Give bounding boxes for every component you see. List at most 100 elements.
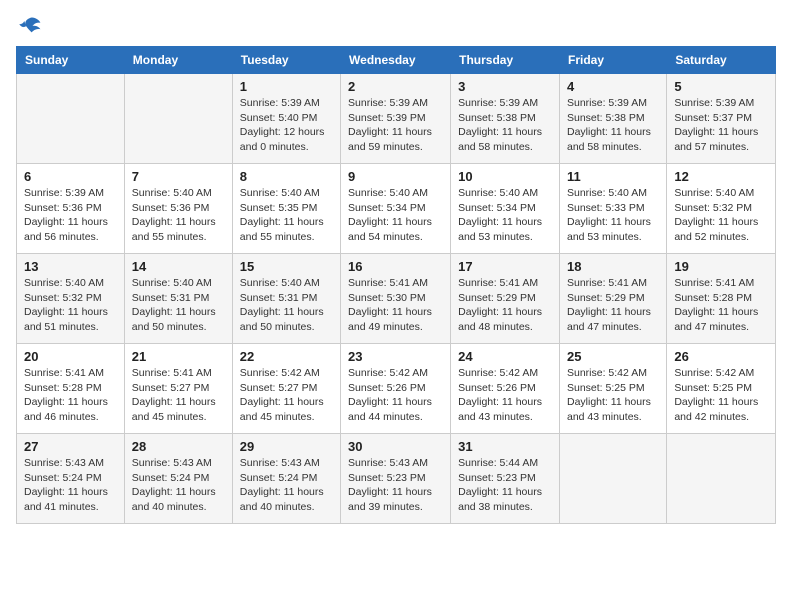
day-number: 13 [24, 259, 117, 274]
day-number: 11 [567, 169, 659, 184]
day-info: Sunrise: 5:40 AM Sunset: 5:31 PM Dayligh… [132, 276, 225, 335]
column-header-tuesday: Tuesday [232, 47, 340, 74]
day-info: Sunrise: 5:43 AM Sunset: 5:23 PM Dayligh… [348, 456, 443, 515]
day-info: Sunrise: 5:40 AM Sunset: 5:34 PM Dayligh… [458, 186, 552, 245]
day-info: Sunrise: 5:41 AM Sunset: 5:29 PM Dayligh… [567, 276, 659, 335]
day-number: 24 [458, 349, 552, 364]
day-number: 29 [240, 439, 333, 454]
day-number: 3 [458, 79, 552, 94]
day-number: 17 [458, 259, 552, 274]
calendar-cell: 20Sunrise: 5:41 AM Sunset: 5:28 PM Dayli… [17, 344, 125, 434]
calendar-cell: 15 Sunrise: 5:40 AM Sunset: 5:31 PM Dayli… [232, 254, 340, 344]
calendar-cell: 13 Sunrise: 5:40 AM Sunset: 5:32 PM Dayli… [17, 254, 125, 344]
day-info: Sunrise: 5:40 AM Sunset: 5:33 PM Dayligh… [567, 186, 659, 245]
day-number: 18 [567, 259, 659, 274]
calendar-cell: 29 Sunrise: 5:43 AM Sunset: 5:24 PM Dayli… [232, 434, 340, 524]
day-number: 1 [240, 79, 333, 94]
day-info: Sunrise: 5:40 AM Sunset: 5:31 PM Dayligh… [240, 276, 333, 335]
day-number: 6 [24, 169, 117, 184]
day-info: Sunrise: 5:42 AM Sunset: 5:26 PM Dayligh… [348, 366, 443, 425]
day-info: Sunrise: 5:43 AM Sunset: 5:24 PM Dayligh… [240, 456, 333, 515]
column-header-friday: Friday [559, 47, 666, 74]
calendar-cell [124, 74, 232, 164]
day-info: Sunrise: 5:42 AM Sunset: 5:25 PM Dayligh… [567, 366, 659, 425]
day-info: Sunrise: 5:42 AM Sunset: 5:27 PM Dayligh… [240, 366, 333, 425]
week-row-1: 1 Sunrise: 5:39 AM Sunset: 5:40 PM Daylig… [17, 74, 776, 164]
day-number: 19 [674, 259, 768, 274]
day-number: 10 [458, 169, 552, 184]
calendar-cell: 4Sunrise: 5:39 AM Sunset: 5:38 PM Daylig… [559, 74, 666, 164]
calendar-cell [559, 434, 666, 524]
day-info: Sunrise: 5:44 AM Sunset: 5:23 PM Dayligh… [458, 456, 552, 515]
day-number: 28 [132, 439, 225, 454]
day-info: Sunrise: 5:40 AM Sunset: 5:32 PM Dayligh… [674, 186, 768, 245]
day-number: 12 [674, 169, 768, 184]
day-info: Sunrise: 5:40 AM Sunset: 5:32 PM Dayligh… [24, 276, 117, 335]
column-header-sunday: Sunday [17, 47, 125, 74]
day-info: Sunrise: 5:41 AM Sunset: 5:29 PM Dayligh… [458, 276, 552, 335]
calendar-cell: 27 Sunrise: 5:43 AM Sunset: 5:24 PM Dayli… [17, 434, 125, 524]
day-info: Sunrise: 5:39 AM Sunset: 5:37 PM Dayligh… [674, 96, 768, 155]
calendar-cell [667, 434, 776, 524]
day-info: Sunrise: 5:39 AM Sunset: 5:40 PM Dayligh… [240, 96, 333, 155]
calendar-table: SundayMondayTuesdayWednesdayThursdayFrid… [16, 46, 776, 524]
day-info: Sunrise: 5:39 AM Sunset: 5:38 PM Dayligh… [458, 96, 552, 155]
calendar-cell [17, 74, 125, 164]
week-row-3: 13 Sunrise: 5:40 AM Sunset: 5:32 PM Dayli… [17, 254, 776, 344]
calendar-cell: 23 Sunrise: 5:42 AM Sunset: 5:26 PM Dayli… [341, 344, 451, 434]
day-number: 16 [348, 259, 443, 274]
calendar-cell: 11 Sunrise: 5:40 AM Sunset: 5:33 PM Dayli… [559, 164, 666, 254]
day-number: 25 [567, 349, 659, 364]
logo-bird-icon [18, 16, 42, 36]
column-header-saturday: Saturday [667, 47, 776, 74]
calendar-cell: 26Sunrise: 5:42 AM Sunset: 5:25 PM Dayli… [667, 344, 776, 434]
column-header-monday: Monday [124, 47, 232, 74]
day-number: 4 [567, 79, 659, 94]
header-row: SundayMondayTuesdayWednesdayThursdayFrid… [17, 47, 776, 74]
calendar-cell: 25 Sunrise: 5:42 AM Sunset: 5:25 PM Dayli… [559, 344, 666, 434]
calendar-cell: 6 Sunrise: 5:39 AM Sunset: 5:36 PM Daylig… [17, 164, 125, 254]
calendar-cell: 2Sunrise: 5:39 AM Sunset: 5:39 PM Daylig… [341, 74, 451, 164]
day-number: 23 [348, 349, 443, 364]
calendar-cell: 17 Sunrise: 5:41 AM Sunset: 5:29 PM Dayli… [451, 254, 560, 344]
day-number: 22 [240, 349, 333, 364]
day-info: Sunrise: 5:42 AM Sunset: 5:26 PM Dayligh… [458, 366, 552, 425]
day-number: 20 [24, 349, 117, 364]
day-info: Sunrise: 5:39 AM Sunset: 5:36 PM Dayligh… [24, 186, 117, 245]
calendar-cell: 1 Sunrise: 5:39 AM Sunset: 5:40 PM Daylig… [232, 74, 340, 164]
day-number: 9 [348, 169, 443, 184]
day-number: 14 [132, 259, 225, 274]
day-number: 15 [240, 259, 333, 274]
day-number: 8 [240, 169, 333, 184]
day-number: 21 [132, 349, 225, 364]
calendar-cell: 28 Sunrise: 5:43 AM Sunset: 5:24 PM Dayli… [124, 434, 232, 524]
day-info: Sunrise: 5:43 AM Sunset: 5:24 PM Dayligh… [24, 456, 117, 515]
calendar-cell: 7Sunrise: 5:40 AM Sunset: 5:36 PM Daylig… [124, 164, 232, 254]
week-row-4: 20Sunrise: 5:41 AM Sunset: 5:28 PM Dayli… [17, 344, 776, 434]
day-info: Sunrise: 5:41 AM Sunset: 5:27 PM Dayligh… [132, 366, 225, 425]
day-number: 30 [348, 439, 443, 454]
day-info: Sunrise: 5:40 AM Sunset: 5:36 PM Dayligh… [132, 186, 225, 245]
calendar-cell: 9 Sunrise: 5:40 AM Sunset: 5:34 PM Daylig… [341, 164, 451, 254]
calendar-cell: 30 Sunrise: 5:43 AM Sunset: 5:23 PM Dayli… [341, 434, 451, 524]
day-info: Sunrise: 5:40 AM Sunset: 5:34 PM Dayligh… [348, 186, 443, 245]
day-number: 27 [24, 439, 117, 454]
day-info: Sunrise: 5:41 AM Sunset: 5:30 PM Dayligh… [348, 276, 443, 335]
calendar-cell: 16 Sunrise: 5:41 AM Sunset: 5:30 PM Dayli… [341, 254, 451, 344]
page-header [16, 16, 776, 36]
day-number: 5 [674, 79, 768, 94]
week-row-2: 6 Sunrise: 5:39 AM Sunset: 5:36 PM Daylig… [17, 164, 776, 254]
day-info: Sunrise: 5:41 AM Sunset: 5:28 PM Dayligh… [674, 276, 768, 335]
calendar-cell: 10 Sunrise: 5:40 AM Sunset: 5:34 PM Dayli… [451, 164, 560, 254]
calendar-cell: 21 Sunrise: 5:41 AM Sunset: 5:27 PM Dayli… [124, 344, 232, 434]
day-number: 26 [674, 349, 768, 364]
calendar-cell: 22 Sunrise: 5:42 AM Sunset: 5:27 PM Dayli… [232, 344, 340, 434]
calendar-cell: 19 Sunrise: 5:41 AM Sunset: 5:28 PM Dayli… [667, 254, 776, 344]
day-info: Sunrise: 5:39 AM Sunset: 5:39 PM Dayligh… [348, 96, 443, 155]
calendar-cell: 5 Sunrise: 5:39 AM Sunset: 5:37 PM Daylig… [667, 74, 776, 164]
day-info: Sunrise: 5:43 AM Sunset: 5:24 PM Dayligh… [132, 456, 225, 515]
day-number: 31 [458, 439, 552, 454]
calendar-cell: 8Sunrise: 5:40 AM Sunset: 5:35 PM Daylig… [232, 164, 340, 254]
calendar-cell: 18 Sunrise: 5:41 AM Sunset: 5:29 PM Dayli… [559, 254, 666, 344]
calendar-cell: 3 Sunrise: 5:39 AM Sunset: 5:38 PM Daylig… [451, 74, 560, 164]
